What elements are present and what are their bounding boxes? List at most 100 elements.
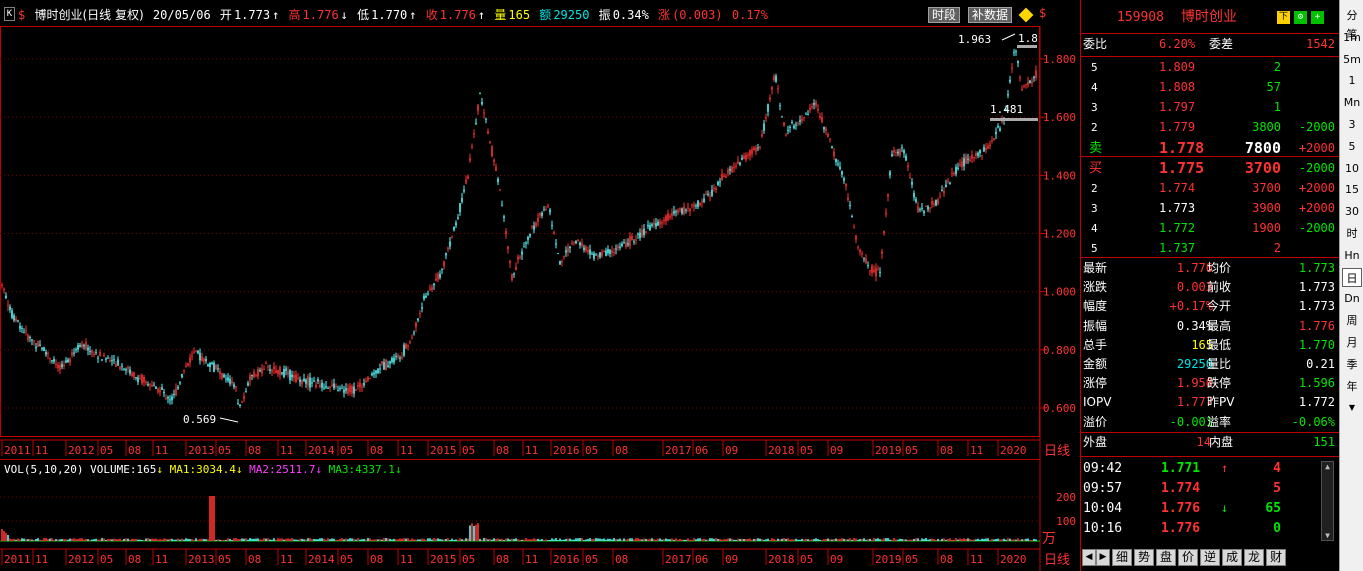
volume-bar [375, 539, 377, 541]
chevron-down-icon[interactable]: ▼ [1342, 398, 1362, 417]
buy-row[interactable]: 买 1.775 3700 -2000 [1081, 159, 1339, 178]
tab-next-icon[interactable]: ▶ [1096, 549, 1110, 566]
candle-body [289, 370, 291, 381]
tab-0[interactable]: 细 [1112, 549, 1132, 566]
gear-icon[interactable]: ⚙ [1294, 11, 1307, 24]
period-17[interactable]: 年 [1342, 377, 1362, 396]
volume-bar [687, 538, 689, 541]
tab-5[interactable]: 成 [1222, 549, 1242, 566]
period-11[interactable]: Hn [1342, 246, 1362, 265]
tab-6[interactable]: 龙 [1244, 549, 1264, 566]
candle-body [627, 243, 629, 245]
tab-2[interactable]: 盘 [1156, 549, 1176, 566]
k-period-button[interactable]: K [4, 7, 15, 21]
quote-header: 159908 博时创业 下 ⚙ + [1081, 8, 1339, 27]
candle-body [921, 207, 923, 209]
period-16[interactable]: 季 [1342, 355, 1362, 374]
candle-body [773, 76, 775, 81]
period-12[interactable]: 日 [1342, 267, 1362, 287]
buy-row[interactable]: 5 1.737 2 [1081, 239, 1339, 258]
candle-body [637, 233, 639, 235]
period-10[interactable]: 时 [1342, 224, 1362, 243]
candle-body [225, 378, 227, 380]
fill-data-button[interactable]: 补数据 [968, 7, 1013, 23]
period-0[interactable]: 分笔 [1342, 6, 1362, 41]
candle-body [511, 273, 513, 280]
stat-label: 跌停 [1207, 376, 1232, 391]
buy-row[interactable]: 2 1.774 3700 +2000 [1081, 179, 1339, 198]
tick-row[interactable]: 09:57 1.774 5 [1081, 479, 1339, 498]
candle-body [703, 198, 705, 202]
tab-7[interactable]: 财 [1266, 549, 1286, 566]
volume-bar [997, 538, 999, 541]
tick-row[interactable]: 10:16 1.776 0 [1081, 519, 1339, 538]
buy-row[interactable]: 4 1.772 1900 -2000 [1081, 219, 1339, 238]
volume-bar [479, 538, 481, 541]
tick-price: 1.776 [1161, 501, 1201, 516]
period-7[interactable]: 10 [1342, 159, 1362, 178]
buy-row[interactable]: 3 1.773 3900 +2000 [1081, 199, 1339, 218]
volume-bar [147, 538, 149, 541]
tick-row[interactable]: 09:42 1.771 ↑ 4 [1081, 459, 1339, 478]
timeshare-button[interactable]: 时段 [928, 7, 961, 23]
volume-bar [577, 538, 579, 541]
period-5[interactable]: 3 [1342, 115, 1362, 134]
period-6[interactable]: 5 [1342, 137, 1362, 156]
volume-bar [615, 538, 617, 541]
volume-bar [1035, 539, 1037, 541]
tab-1[interactable]: 势 [1134, 549, 1154, 566]
volume-bar [1019, 539, 1021, 541]
candle-body [415, 322, 417, 328]
kline-chart[interactable]: 1.800 1.600 1.400 1.200 1.000 0.800 0.600 2011 1… [0, 0, 1080, 571]
add-icon[interactable]: + [1311, 11, 1324, 24]
period-8[interactable]: 15 [1342, 180, 1362, 199]
volume-bar [117, 539, 119, 541]
candle-body [485, 118, 487, 120]
volume-bar [933, 539, 935, 541]
stat-row: 幅度 +0.17% 今开 1.773 [1081, 297, 1339, 316]
period-14[interactable]: 周 [1342, 311, 1362, 330]
tick-price: 1.774 [1161, 481, 1201, 496]
candle-body [997, 125, 999, 128]
volume-bar [105, 539, 107, 541]
sell-row[interactable]: 5 1.809 2 [1081, 58, 1339, 77]
tab-3[interactable]: 价 [1178, 549, 1198, 566]
tick-row[interactable]: 10:04 1.776 ↓ 65 [1081, 499, 1339, 518]
tick-scrollbar[interactable]: ▲ ▼ [1321, 461, 1334, 541]
period-1[interactable]: 1m [1342, 28, 1362, 47]
volume-bar [893, 538, 895, 541]
candle-body [743, 155, 745, 159]
period-4[interactable]: Mn [1342, 93, 1362, 112]
candle-body [695, 205, 697, 207]
candle-body [1021, 88, 1023, 90]
volume-bar [109, 539, 111, 541]
tab-prev-icon[interactable]: ◀ [1082, 549, 1096, 566]
tab-4[interactable]: 逆 [1200, 549, 1220, 566]
sell-row[interactable]: 2 1.779 3800 -2000 [1081, 118, 1339, 137]
volume-bar [91, 539, 93, 541]
period-15[interactable]: 月 [1342, 333, 1362, 352]
level-label: 2 [1091, 182, 1098, 195]
period-2[interactable]: 5m [1342, 50, 1362, 69]
candle-body [483, 112, 485, 114]
volume-bar [731, 538, 733, 541]
ma3-label: MA3: [328, 463, 356, 476]
volume-bar [445, 538, 447, 541]
up-arrow-icon[interactable]: ▲ [1322, 462, 1333, 471]
volume-bar [475, 524, 477, 541]
volume-bar [715, 538, 717, 541]
level-label: 4 [1091, 222, 1098, 235]
period-9[interactable]: 30 [1342, 202, 1362, 221]
volume-bar [191, 539, 193, 541]
volume-bar [709, 538, 711, 541]
period-13[interactable]: Dn [1342, 289, 1362, 308]
period-3[interactable]: 1 [1342, 71, 1362, 90]
volume-bar [333, 538, 335, 541]
download-icon[interactable]: 下 [1277, 11, 1290, 24]
sell-row[interactable]: 4 1.808 57 [1081, 78, 1339, 97]
down-arrow-icon[interactable]: ▼ [1322, 531, 1333, 540]
volume-bar [81, 538, 83, 541]
volume-bar [57, 539, 59, 541]
sell-row[interactable]: 3 1.797 1 [1081, 98, 1339, 117]
kline-chart-area[interactable]: 1.800 1.600 1.400 1.200 1.000 0.800 0.600 2011 1… [0, 0, 1080, 571]
